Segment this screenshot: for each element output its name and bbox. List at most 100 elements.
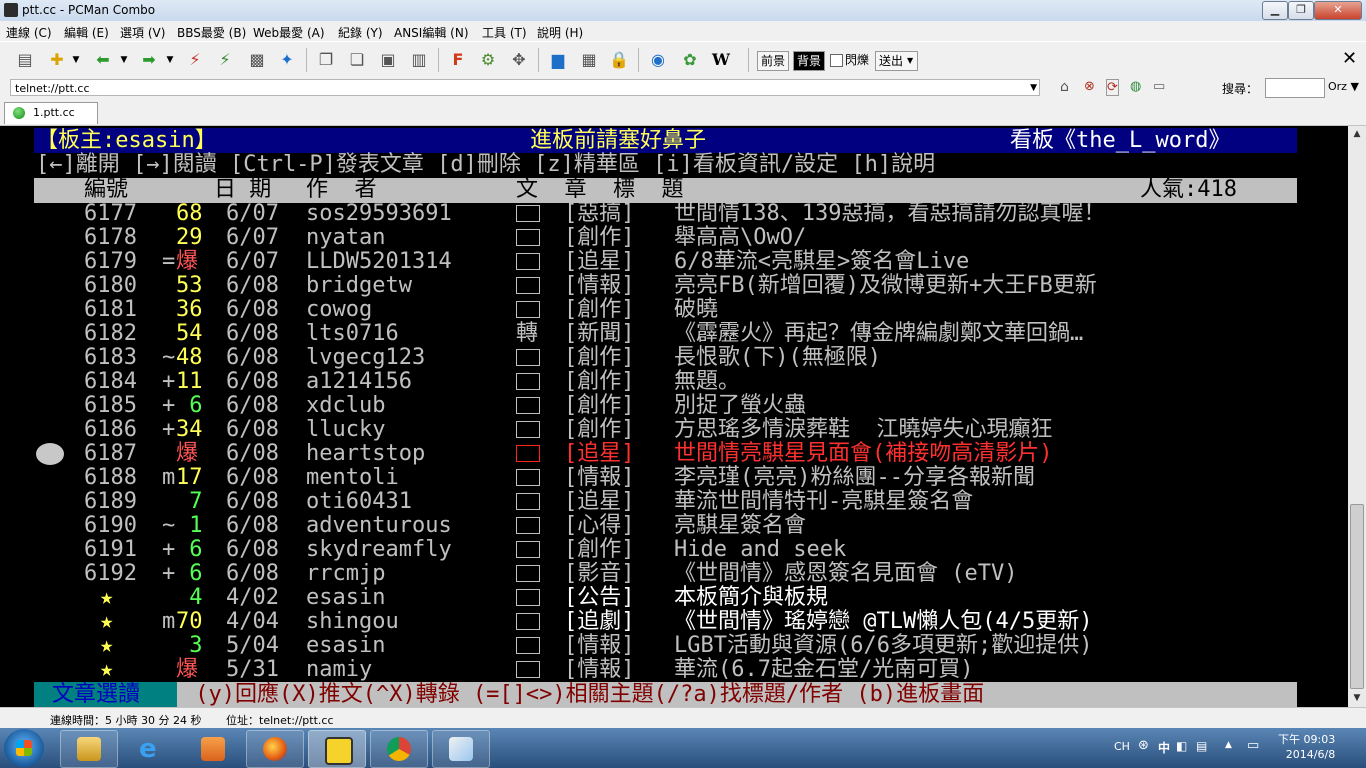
tab-ptt[interactable]: 1.ptt.cc — [4, 102, 98, 124]
article-row[interactable]: ★ m 70 4/04 shingou [追劇] 《世間情》瑤婷戀 @TLW懶人包(4/5更… — [0, 610, 1348, 634]
close-tab-icon[interactable]: ✕ — [1342, 48, 1357, 69]
taskbar-media-player[interactable] — [184, 730, 242, 768]
ime-mode[interactable]: 中 — [1158, 739, 1170, 756]
copy-icon[interactable]: ❐ — [315, 49, 337, 71]
article-push-count: 70 — [176, 609, 203, 634]
article-row[interactable]: 6188 m 17 6/08 mentoli [情報] 李亮瑾(亮亮)粉絲團--分享各報新聞 — [0, 466, 1348, 490]
menu-ansi-edit[interactable]: ANSI編輯 (N) — [394, 24, 469, 41]
send-dropdown-icon[interactable]: ▼ — [907, 56, 913, 65]
article-row[interactable]: 6190 ~ 1 6/08 adventurous [心得] 亮騏星簽名會 — [0, 514, 1348, 538]
font-icon[interactable]: F — [447, 49, 469, 71]
article-row[interactable]: 6189 7 6/08 oti60431 [追星] 華流世間情特刊-亮騏星簽名會 — [0, 490, 1348, 514]
menu-connect[interactable]: 連線 (C) — [6, 24, 52, 41]
add-favorite-icon[interactable]: ✦ — [276, 49, 298, 71]
article-category: [情報] — [564, 273, 635, 298]
refresh-icon[interactable]: ⟳ — [1106, 79, 1119, 96]
article-row[interactable]: 6181 36 6/08 cowog [創作] 破曉 — [0, 298, 1348, 322]
article-row[interactable]: 6186 +34 6/08 llucky [創作] 方思瑤多情淚葬鞋 江曉婷失心現癲狂 — [0, 418, 1348, 442]
taskbar-firefox[interactable] — [246, 730, 304, 768]
ime-settings-icon[interactable]: ⊛ — [1138, 738, 1149, 753]
reconnect-icon[interactable]: ⚡ — [214, 49, 236, 71]
forward-arrow-icon[interactable]: ➡ — [138, 49, 160, 71]
settings-gear-icon[interactable]: ⚙ — [477, 49, 499, 71]
menu-edit[interactable]: 編輯 (E) — [64, 24, 109, 41]
board-moderator: 【板主:esasin】 — [36, 128, 217, 153]
select-all-icon[interactable]: ▥ — [408, 49, 430, 71]
blink-checkbox[interactable] — [830, 54, 843, 67]
article-row[interactable]: ★ 3 5/04 esasin [情報] LGBT活動與資源(6/6多項更新;歡迎提供) — [0, 634, 1348, 658]
taskbar-explorer[interactable] — [60, 730, 118, 768]
new-connection-icon[interactable]: ✚ — [46, 49, 68, 71]
wikipedia-icon[interactable]: W — [710, 49, 732, 71]
menu-tools[interactable]: 工具 (T) — [482, 24, 527, 41]
menu-web-favorites[interactable]: Web最愛 (A) — [253, 24, 325, 41]
home-icon[interactable]: ⌂ — [1060, 79, 1069, 95]
back-dropdown-icon[interactable]: ▼ — [118, 49, 130, 71]
lock-icon[interactable]: 🔒 — [608, 49, 630, 71]
scroll-down-icon[interactable]: ▼ — [1348, 690, 1366, 707]
network-icon[interactable]: ▭ — [1247, 738, 1259, 753]
clock[interactable]: 下午 09:03 2014/6/8 — [1278, 732, 1335, 762]
article-author: bridgetw — [306, 273, 412, 298]
article-number: 6188 — [84, 465, 137, 490]
article-row[interactable]: 6177 68 6/07 sos29593691 [惡搞] 世間情138、139惡搞，看… — [0, 202, 1348, 226]
fullscreen-icon[interactable]: ✥ — [508, 49, 530, 71]
article-mark — [162, 298, 175, 322]
anti-idle-icon[interactable]: ▩ — [246, 49, 268, 71]
article-row[interactable]: 6183 ~48 6/08 lvgecg123 [創作] 長恨歌(下)(無極限) — [0, 346, 1348, 370]
new-connection-dropdown-icon[interactable]: ▼ — [70, 49, 82, 71]
background-color-button[interactable]: 背景 — [793, 51, 826, 71]
site-list-icon[interactable]: ▤ — [14, 49, 36, 71]
search-engine-select[interactable]: Orz ▼ — [1328, 80, 1359, 93]
article-push-count: 17 — [176, 465, 203, 490]
taskbar-ie[interactable]: e — [122, 730, 180, 768]
article-row[interactable]: 6178 29 6/07 nyatan [創作] 舉高高\OwO/ — [0, 226, 1348, 250]
article-row[interactable]: 6184 +11 6/08 a1214156 [創作] 無題。 — [0, 370, 1348, 394]
menu-log[interactable]: 紀錄 (Y) — [338, 24, 383, 41]
ime-width-icon[interactable]: ◧ — [1176, 739, 1187, 753]
scroll-thumb[interactable] — [1350, 504, 1364, 689]
article-row[interactable]: 6192 + 6 6/08 rrcmjp [影音] 《世間情》感恩簽名見面會 (eTV) — [0, 562, 1348, 586]
screenshot-icon[interactable]: ▦ — [578, 49, 600, 71]
forward-dropdown-icon[interactable]: ▼ — [164, 49, 176, 71]
article-row[interactable]: 6182 54 6/08 lts0716 [新聞] 《霹靂火》再起？傳金牌編劇鄭文華回鍋… — [0, 322, 1348, 346]
flower-icon[interactable]: ✿ — [679, 49, 701, 71]
menu-options[interactable]: 選項 (V) — [120, 24, 165, 41]
article-row[interactable]: 6185 + 6 6/08 xdclub [創作] 別捉了螢火蟲 — [0, 394, 1348, 418]
article-row[interactable]: 6191 + 6 6/08 skydreamfly [創作] Hide and seek — [0, 538, 1348, 562]
article-row[interactable]: ★ 4 4/02 esasin [公告] 本板簡介與板規 — [0, 586, 1348, 610]
article-row[interactable]: 6179 = 爆 6/07 LLDW5201314 [追星] 6/8華流<亮騏星>簽名會Li… — [0, 250, 1348, 274]
tray-expand-icon[interactable]: ▲ — [1225, 740, 1232, 750]
address-input[interactable]: telnet://ptt.cc ▼ — [10, 79, 1040, 96]
paste-icon[interactable]: ▣ — [377, 49, 399, 71]
ime-keyboard-icon[interactable]: ▤ — [1196, 739, 1207, 753]
search-web-icon[interactable]: ◉ — [647, 49, 669, 71]
foreground-color-button[interactable]: 前景 — [757, 51, 790, 71]
start-button[interactable] — [4, 729, 44, 767]
disconnect-icon[interactable]: ⚡ — [184, 49, 206, 71]
address-dropdown-icon[interactable]: ▼ — [1030, 80, 1037, 97]
scroll-up-icon[interactable]: ▲ — [1348, 126, 1366, 143]
menu-help[interactable]: 說明 (H) — [537, 24, 583, 41]
language-indicator[interactable]: CH — [1114, 740, 1130, 753]
maximize-button[interactable]: ❐ — [1288, 1, 1314, 20]
close-button[interactable]: ✕ — [1314, 1, 1362, 20]
taskbar-pcman[interactable] — [308, 730, 366, 768]
taskbar-paint[interactable] — [432, 730, 490, 768]
article-row[interactable]: 6180 53 6/08 bridgetw [情報] 亮亮FB(新增回覆)及微博更新+大… — [0, 274, 1348, 298]
article-row[interactable]: 6187 爆 6/08 heartstop [追星] 世間情亮騏星見面會(補接吻高清影片… — [0, 442, 1348, 466]
vertical-scrollbar[interactable]: ▲ ▼ — [1348, 126, 1366, 707]
terminal-screen[interactable]: 【板主:esasin】 進板前請塞好鼻子 看板《the_L_word》 [←]離… — [0, 126, 1348, 707]
minimize-button[interactable]: ▁ — [1262, 1, 1288, 20]
stop-icon[interactable]: ⊗ — [1084, 79, 1095, 94]
menu-bbs-favorites[interactable]: BBS最愛 (B) — [177, 24, 246, 41]
back-arrow-icon[interactable]: ⬅ — [92, 49, 114, 71]
copy-with-color-icon[interactable]: ❏ — [346, 49, 368, 71]
image-icon[interactable]: ▆ — [547, 49, 569, 71]
monitor-icon[interactable]: ▭ — [1153, 79, 1165, 94]
taskbar-chrome[interactable] — [370, 730, 428, 768]
search-input[interactable] — [1265, 78, 1325, 98]
globe-icon[interactable]: ◍ — [1130, 79, 1141, 94]
article-row[interactable]: ★ 爆 5/31 namiy [情報] 華流(6.7起金石堂/光南可買) — [0, 658, 1348, 682]
article-author: sos29593691 — [306, 201, 452, 226]
